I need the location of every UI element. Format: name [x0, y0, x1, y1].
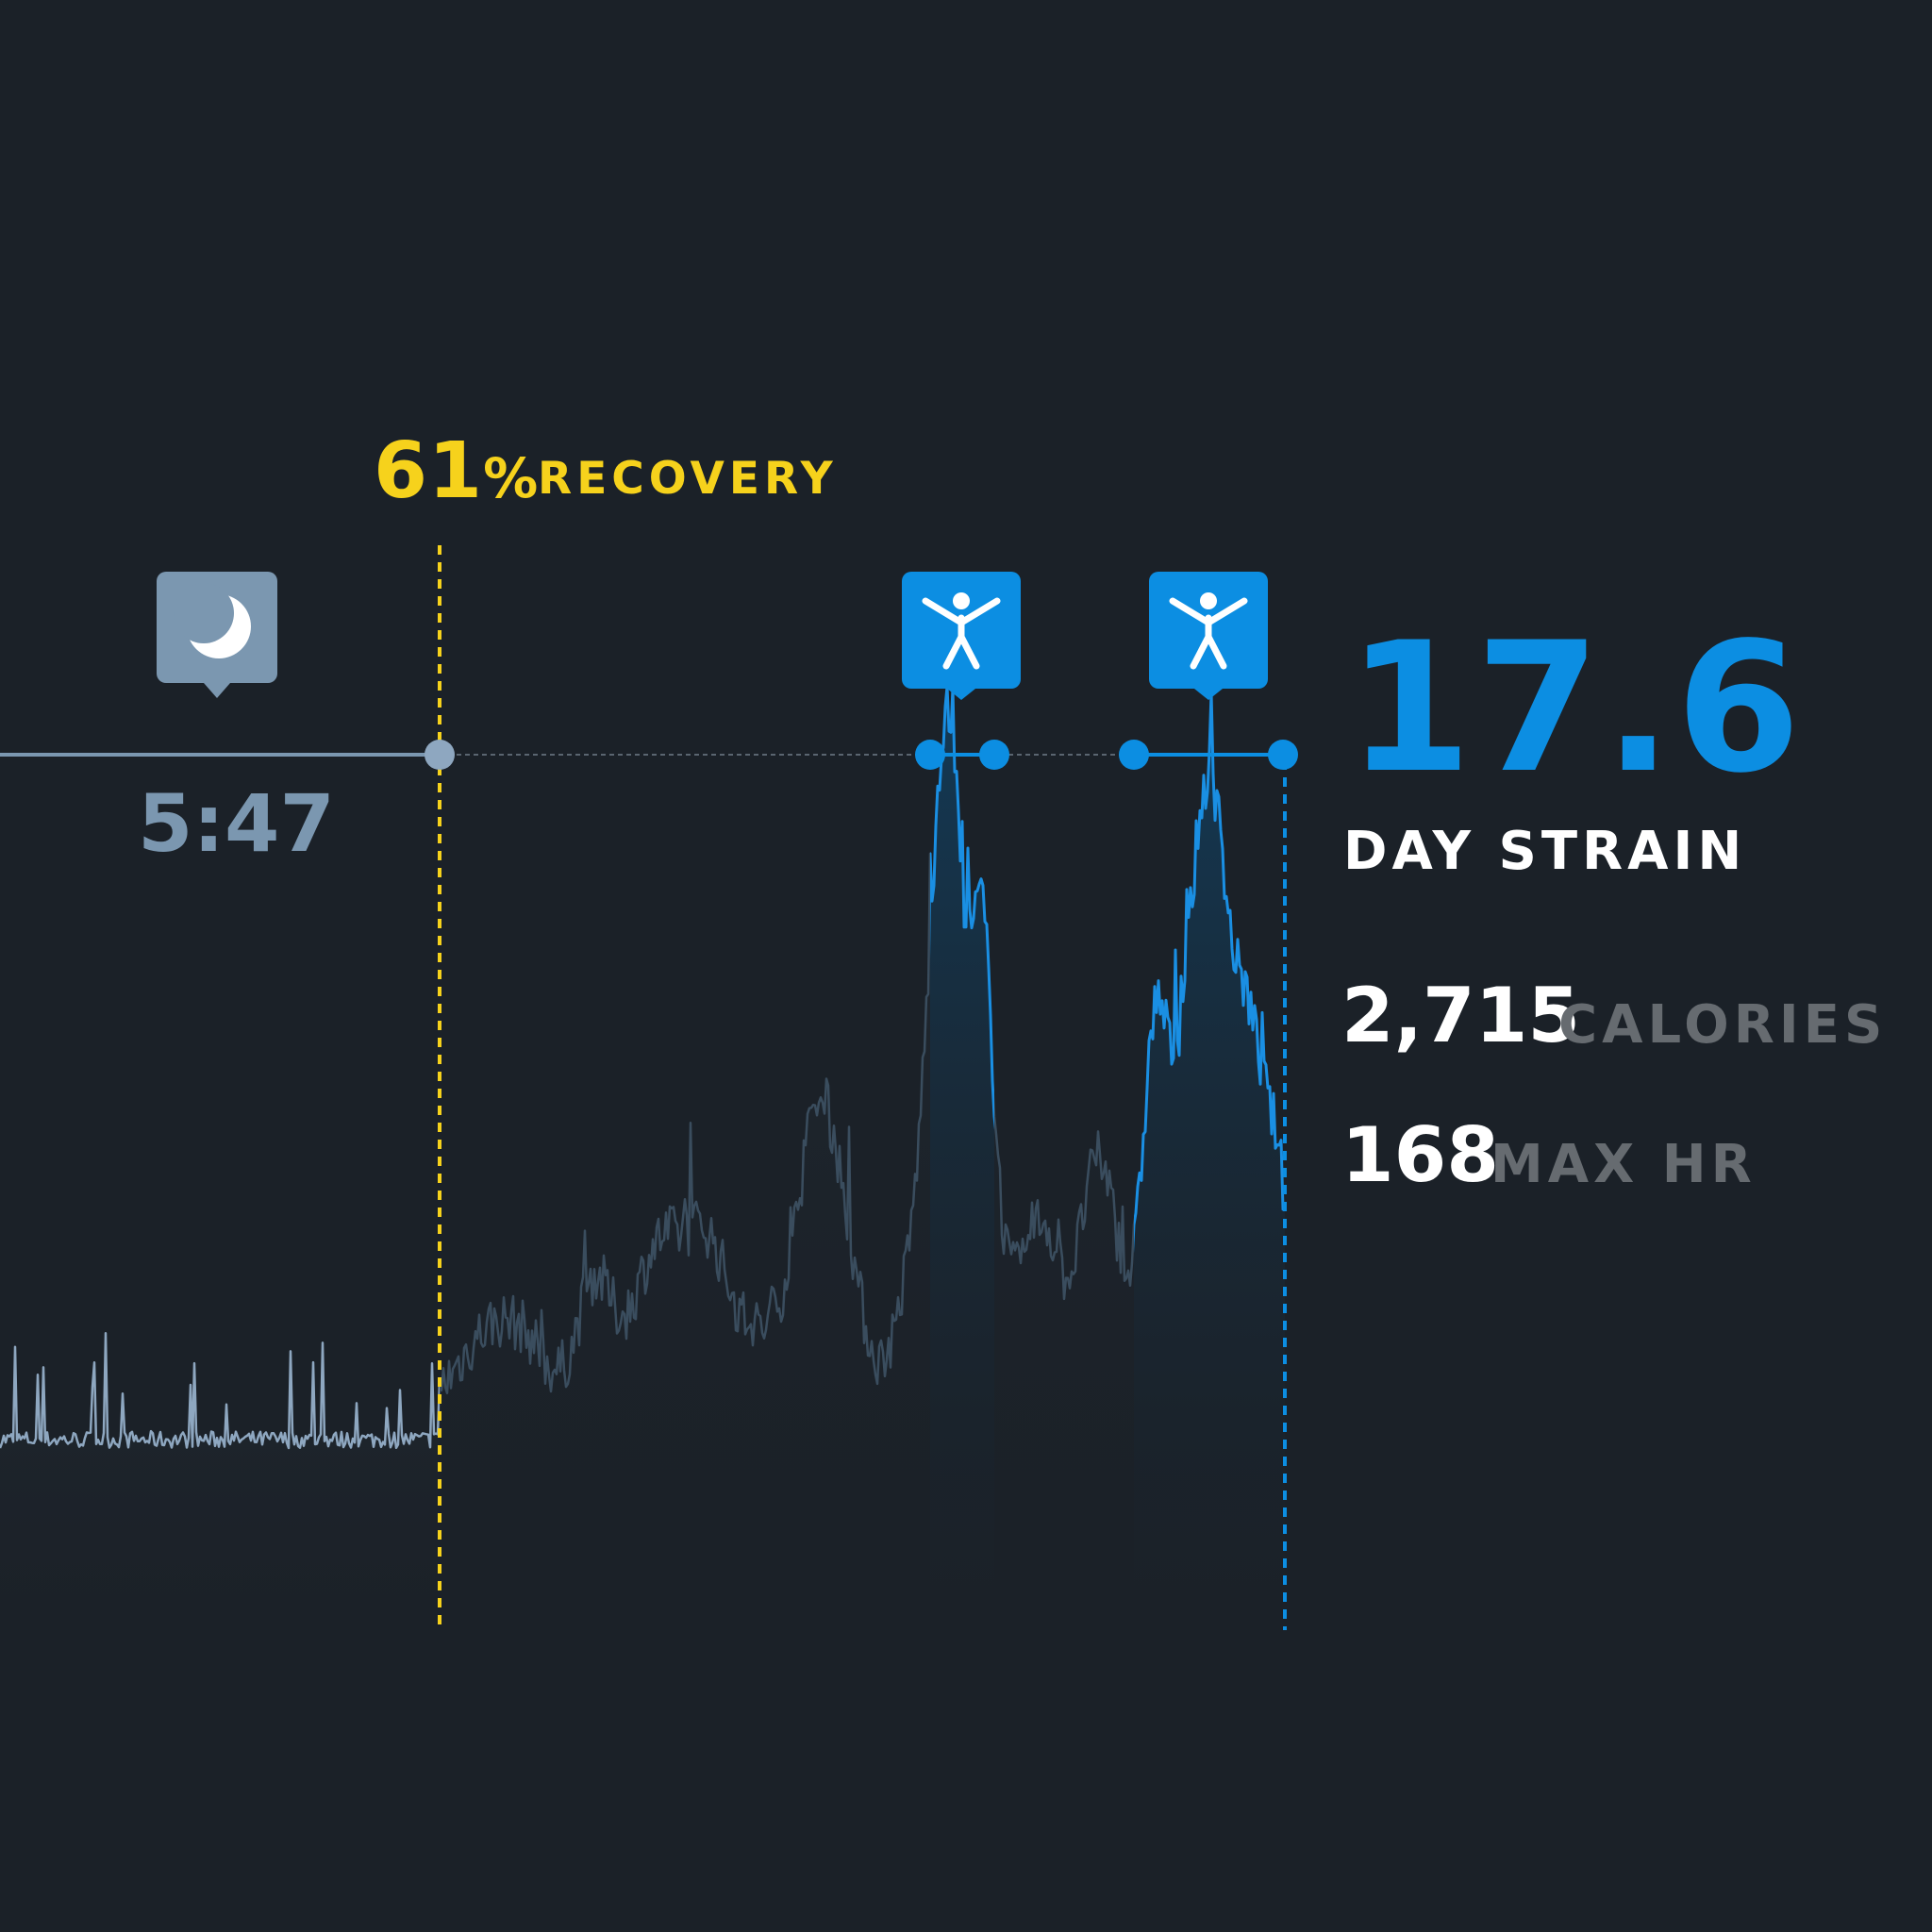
- strain-chart: [0, 545, 1298, 1630]
- activity-end-dot[interactable]: [979, 740, 1009, 770]
- activity-badge[interactable]: [902, 572, 1021, 700]
- calories-label: CALORIES: [1558, 994, 1888, 1056]
- wake-dot[interactable]: [425, 740, 455, 770]
- day-strain-label: DAY STRAIN: [1343, 821, 1747, 882]
- activity-start-dot[interactable]: [915, 740, 945, 770]
- activity-start-dot[interactable]: [1119, 740, 1149, 770]
- max-hr-label: MAX HR: [1491, 1134, 1757, 1195]
- recovery-percent-value: 61: [374, 426, 484, 516]
- sleep-badge[interactable]: [157, 572, 277, 698]
- sleep-duration: 5:47: [138, 777, 335, 870]
- max-hr-value: 168: [1341, 1111, 1499, 1199]
- day-strain-value: 17.6: [1347, 604, 1805, 812]
- recovery-percent-sign: %: [483, 446, 540, 510]
- calories-value: 2,715: [1341, 972, 1581, 1059]
- recovery-percent: 61%: [374, 426, 539, 516]
- now-dot[interactable]: [1268, 740, 1298, 770]
- recovery-label: RECOVERY: [538, 453, 838, 505]
- activity-badge[interactable]: [1149, 572, 1268, 700]
